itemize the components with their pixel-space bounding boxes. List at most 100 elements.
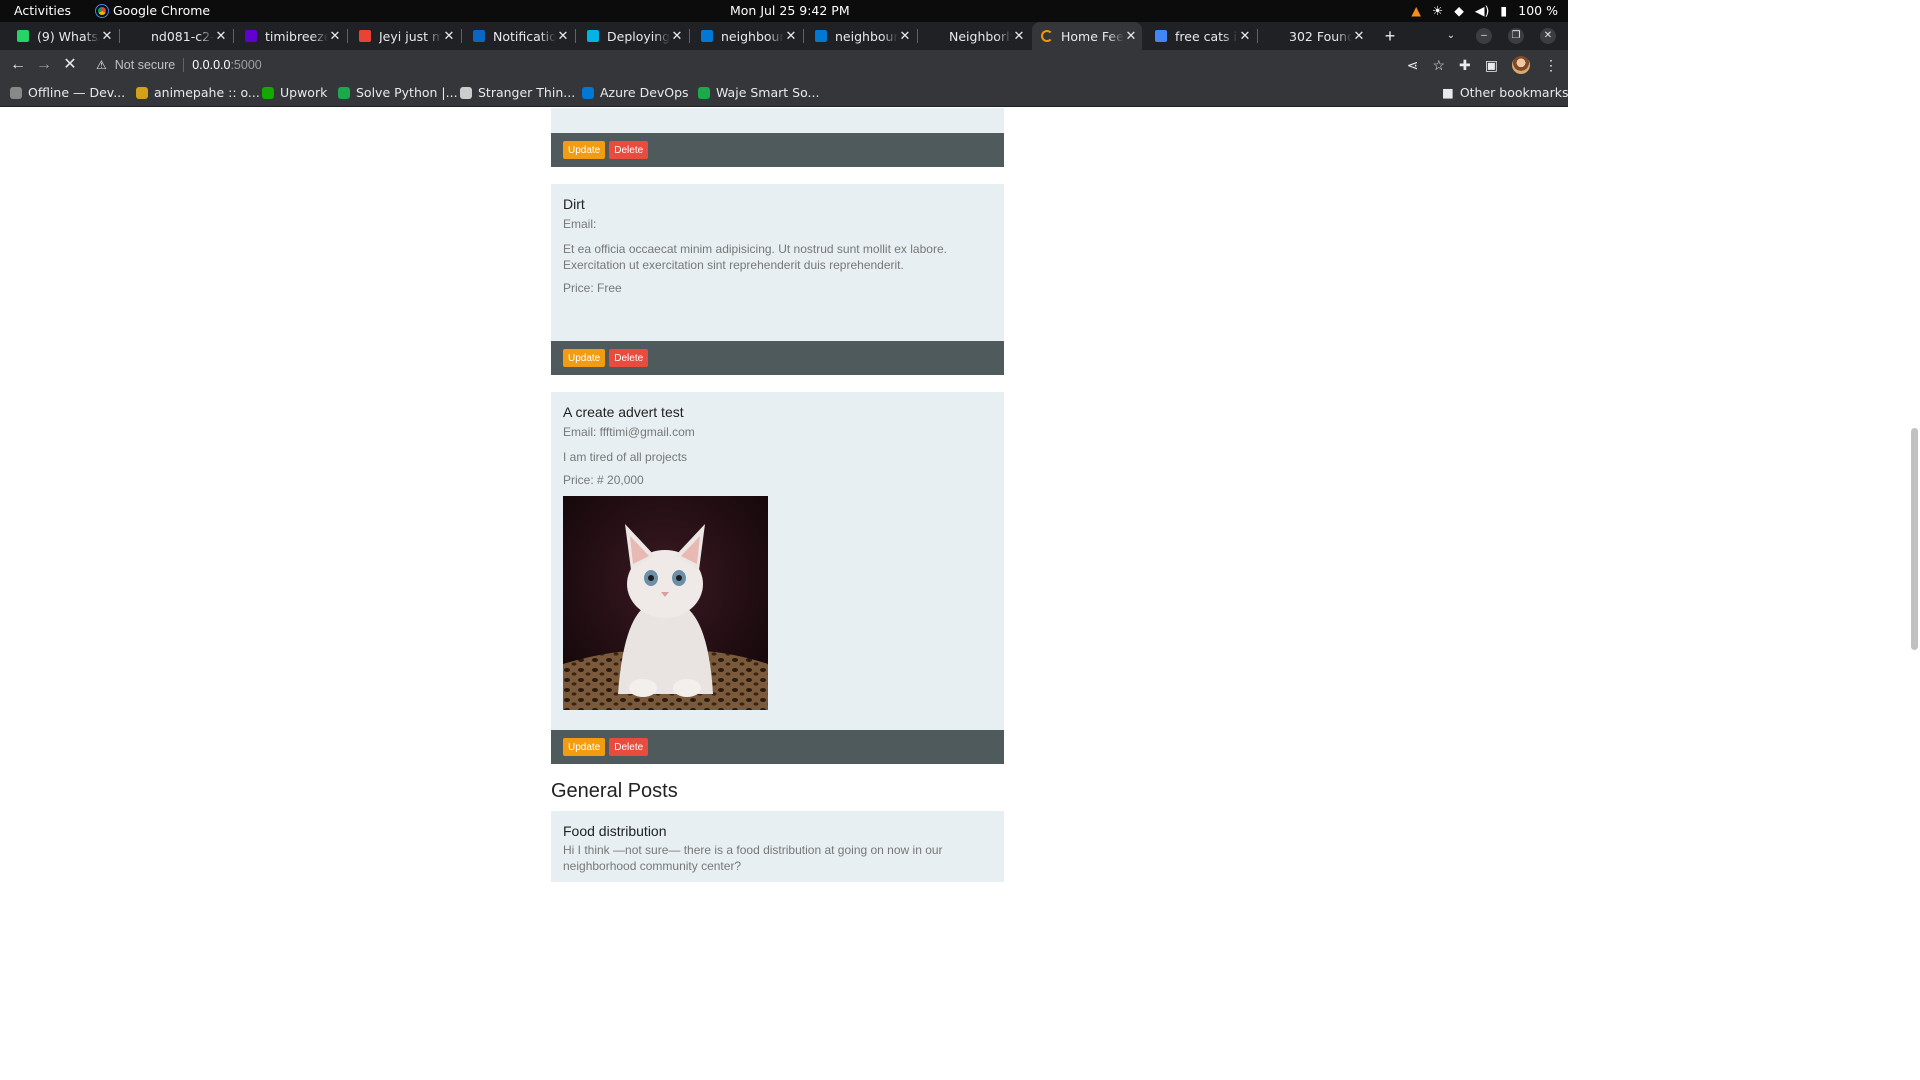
bookmark-item[interactable]: Offline — Dev... — [10, 85, 125, 100]
tab-close-icon[interactable]: ✕ — [1352, 29, 1366, 44]
tab-title: timibreeze — [265, 28, 328, 44]
vlc-icon[interactable]: ▲ — [1411, 3, 1421, 18]
tab-close-icon[interactable]: ✕ — [1238, 29, 1252, 44]
tab-close-icon[interactable]: ✕ — [556, 29, 570, 44]
tab-close-icon[interactable]: ✕ — [1124, 29, 1138, 44]
github-icon — [131, 30, 143, 42]
post-title: Food distribution — [563, 823, 667, 839]
bookmark-item[interactable]: animepahe :: o... — [136, 85, 260, 100]
app-menu[interactable]: Google Chrome — [95, 3, 210, 18]
security-label[interactable]: Not secure — [115, 58, 175, 72]
tab-search-button[interactable]: ⌄ — [1443, 28, 1459, 44]
close-window-button[interactable]: ✕ — [1540, 28, 1556, 44]
whatsapp-icon — [17, 30, 29, 42]
tab-close-icon[interactable]: ✕ — [328, 29, 342, 44]
minimize-button[interactable]: – — [1476, 28, 1492, 44]
advert-card: Dirt Email: Et ea officia occaecat minim… — [551, 184, 1004, 341]
tab-3[interactable]: Jeyi just m ✕ — [350, 22, 462, 50]
stop-loading-button[interactable]: ✕ — [60, 55, 80, 75]
tab-close-icon[interactable]: ✕ — [214, 29, 228, 44]
advert-description: Et ea officia occaecat minim adipisicing… — [563, 242, 947, 272]
other-bookmarks[interactable]: ■ Other bookmarks — [1442, 85, 1568, 100]
profile-avatar[interactable] — [1512, 56, 1530, 74]
azure-icon — [815, 30, 827, 42]
bookmark-label: Azure DevOps — [600, 85, 689, 100]
address-bar[interactable]: ⚠ Not secure 0.0.0.0:5000 — [88, 53, 1428, 77]
page-viewport: Update Delete Dirt Email: Et ea officia … — [0, 108, 1568, 882]
tab-5[interactable]: Deploying ✕ — [578, 22, 690, 50]
update-button[interactable]: Update — [563, 141, 606, 159]
tab-0[interactable]: (9) WhatsApp✕ — [8, 22, 120, 50]
tab-close-icon[interactable]: ✕ — [100, 29, 114, 44]
page-scrollbar[interactable] — [1908, 108, 1920, 882]
update-button[interactable]: Update — [563, 738, 606, 756]
tab-title: Neighborly — [949, 28, 1012, 44]
tab-9[interactable]: Home Feed✕ — [1032, 22, 1142, 50]
url-host[interactable]: 0.0.0.0 — [192, 58, 230, 72]
bookmark-item[interactable]: Waje Smart So... — [698, 85, 819, 100]
tab-close-icon[interactable]: ✕ — [784, 29, 798, 44]
tab-6[interactable]: neighbour ✕ — [692, 22, 804, 50]
tab-title: Notificatio — [493, 28, 556, 44]
tab-1[interactable]: nd081-c2-B✕ — [122, 22, 234, 50]
post-card: Food distribution Hi I think —not sure— … — [551, 811, 1004, 882]
bookmark-label: Offline — Dev... — [28, 85, 126, 100]
kitten-illustration — [563, 496, 768, 710]
tab-close-icon[interactable]: ✕ — [442, 29, 456, 44]
tab-10[interactable]: free cats in ✕ — [1146, 22, 1258, 50]
restore-button[interactable]: ❐ — [1508, 28, 1524, 44]
advert-title: A create advert test — [563, 404, 684, 420]
scrollbar-thumb[interactable] — [1911, 428, 1918, 650]
new-tab-button[interactable]: + — [1380, 26, 1400, 47]
tab-close-icon[interactable]: ✕ — [670, 29, 684, 44]
linkedin-icon — [473, 30, 485, 42]
delete-button[interactable]: Delete — [609, 738, 649, 756]
system-top-bar: Activities Google Chrome Mon Jul 25 9:42… — [0, 0, 1568, 22]
folder-icon: ■ — [1442, 85, 1454, 100]
extensions-icon[interactable]: ✚ — [1459, 57, 1471, 74]
tab-2[interactable]: timibreeze ✕ — [236, 22, 348, 50]
forward-button[interactable]: → — [34, 55, 54, 75]
update-button[interactable]: Update — [563, 349, 606, 367]
advert-card-footer: Update Delete — [551, 730, 1004, 764]
bookmark-item[interactable]: Stranger Thin... — [460, 85, 575, 100]
tab-11[interactable]: 302 Found ✕ — [1260, 22, 1370, 50]
brightness-icon: ☀ — [1432, 3, 1444, 18]
advert-price: Price: Free — [563, 281, 622, 295]
url-port[interactable]: :5000 — [230, 58, 261, 72]
tab-title: neighbour — [721, 28, 784, 44]
tab-4[interactable]: Notificatio ✕ — [464, 22, 576, 50]
share-icon[interactable]: ⋖ — [1407, 57, 1419, 74]
bookmarks-bar: ■ Other bookmarks Offline — Dev... animep… — [0, 80, 1568, 107]
delete-button[interactable]: Delete — [609, 349, 649, 367]
bookmark-label: animepahe :: o... — [154, 85, 260, 100]
side-panel-icon[interactable]: ▣ — [1485, 57, 1498, 74]
devto-icon — [10, 86, 22, 99]
activities-button[interactable]: Activities — [14, 3, 71, 18]
hackerrank-icon — [338, 86, 350, 99]
other-bookmarks-label: Other bookmarks — [1459, 85, 1569, 100]
bookmark-label: Solve Python |... — [356, 85, 458, 100]
bookmark-item[interactable]: Azure DevOps — [582, 85, 689, 100]
tab-close-icon[interactable]: ✕ — [898, 29, 912, 44]
bookmark-star-icon[interactable]: ☆ — [1432, 57, 1445, 74]
advert-email: Email: — [563, 217, 597, 231]
browser-toolbar: ← → ✕ ⚠ Not secure 0.0.0.0:5000 ⋖ ☆ ✚ ▣ … — [0, 50, 1568, 80]
bookmark-item[interactable]: Solve Python |... — [338, 85, 458, 100]
wifi-icon: ◆ — [1454, 3, 1464, 18]
tab-8[interactable]: Neighborly ✕ — [920, 22, 1030, 50]
tab-title: neighbour — [835, 28, 898, 44]
azure-icon — [701, 30, 713, 42]
back-button[interactable]: ← — [8, 55, 28, 75]
advert-card — [551, 108, 1004, 133]
advert-card-footer: Update Delete — [551, 341, 1004, 375]
system-tray[interactable]: ▲ ☀ ◆ ◀) ▮ 100 % — [1411, 3, 1558, 18]
clock[interactable]: Mon Jul 25 9:42 PM — [730, 3, 850, 18]
tab-7[interactable]: neighbour ✕ — [806, 22, 918, 50]
warning-icon[interactable]: ⚠ — [96, 58, 107, 72]
bookmark-item[interactable]: Upwork — [262, 85, 327, 100]
menu-icon[interactable]: ⋮ — [1544, 57, 1558, 74]
tab-close-icon[interactable]: ✕ — [1012, 29, 1026, 44]
udacity-icon — [587, 30, 599, 42]
delete-button[interactable]: Delete — [609, 141, 649, 159]
